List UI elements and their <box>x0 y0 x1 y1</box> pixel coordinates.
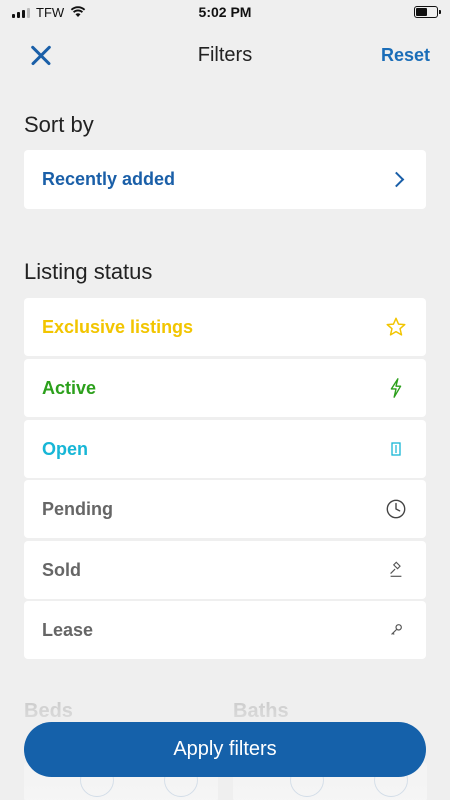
gavel-icon <box>384 558 408 582</box>
door-icon <box>384 437 408 461</box>
chevron-right-icon <box>388 171 405 188</box>
status-item-lease[interactable]: Lease <box>24 601 426 659</box>
lightning-icon <box>384 376 408 400</box>
battery-icon <box>414 6 441 18</box>
status-item-label: Sold <box>42 559 81 580</box>
status-item-active[interactable]: Active <box>24 359 426 417</box>
clock-icon <box>384 497 408 521</box>
key-icon <box>384 618 408 642</box>
carrier-name: TFW <box>36 4 65 20</box>
header: Filters Reset <box>0 30 450 80</box>
star-icon <box>384 315 408 339</box>
status-item-label: Lease <box>42 619 94 640</box>
status-item-exclusive[interactable]: Exclusive listings <box>24 298 426 356</box>
wifi-icon <box>70 6 86 17</box>
baths-heading: Baths <box>233 700 289 722</box>
sort-by-heading: Sort by <box>24 112 94 137</box>
status-item-label: Active <box>42 377 97 398</box>
status-bar: TFW 5:02 PM <box>0 0 450 24</box>
close-icon[interactable] <box>28 42 54 68</box>
status-item-label: Exclusive listings <box>42 316 194 337</box>
apply-filters-button[interactable]: Apply filters <box>24 722 426 777</box>
status-left: TFW <box>12 5 86 20</box>
reset-button[interactable]: Reset <box>381 45 430 66</box>
signal-icon <box>12 7 30 18</box>
sort-by-selector[interactable]: Recently added <box>24 150 426 209</box>
listing-status-heading: Listing status <box>24 259 153 284</box>
status-item-open[interactable]: Open <box>24 420 426 478</box>
status-item-pending[interactable]: Pending <box>24 480 426 538</box>
sort-by-value: Recently added <box>42 169 176 189</box>
status-item-label: Open <box>42 438 89 459</box>
status-item-label: Pending <box>42 498 113 519</box>
beds-heading: Beds <box>24 700 73 722</box>
status-item-sold[interactable]: Sold <box>24 541 426 599</box>
